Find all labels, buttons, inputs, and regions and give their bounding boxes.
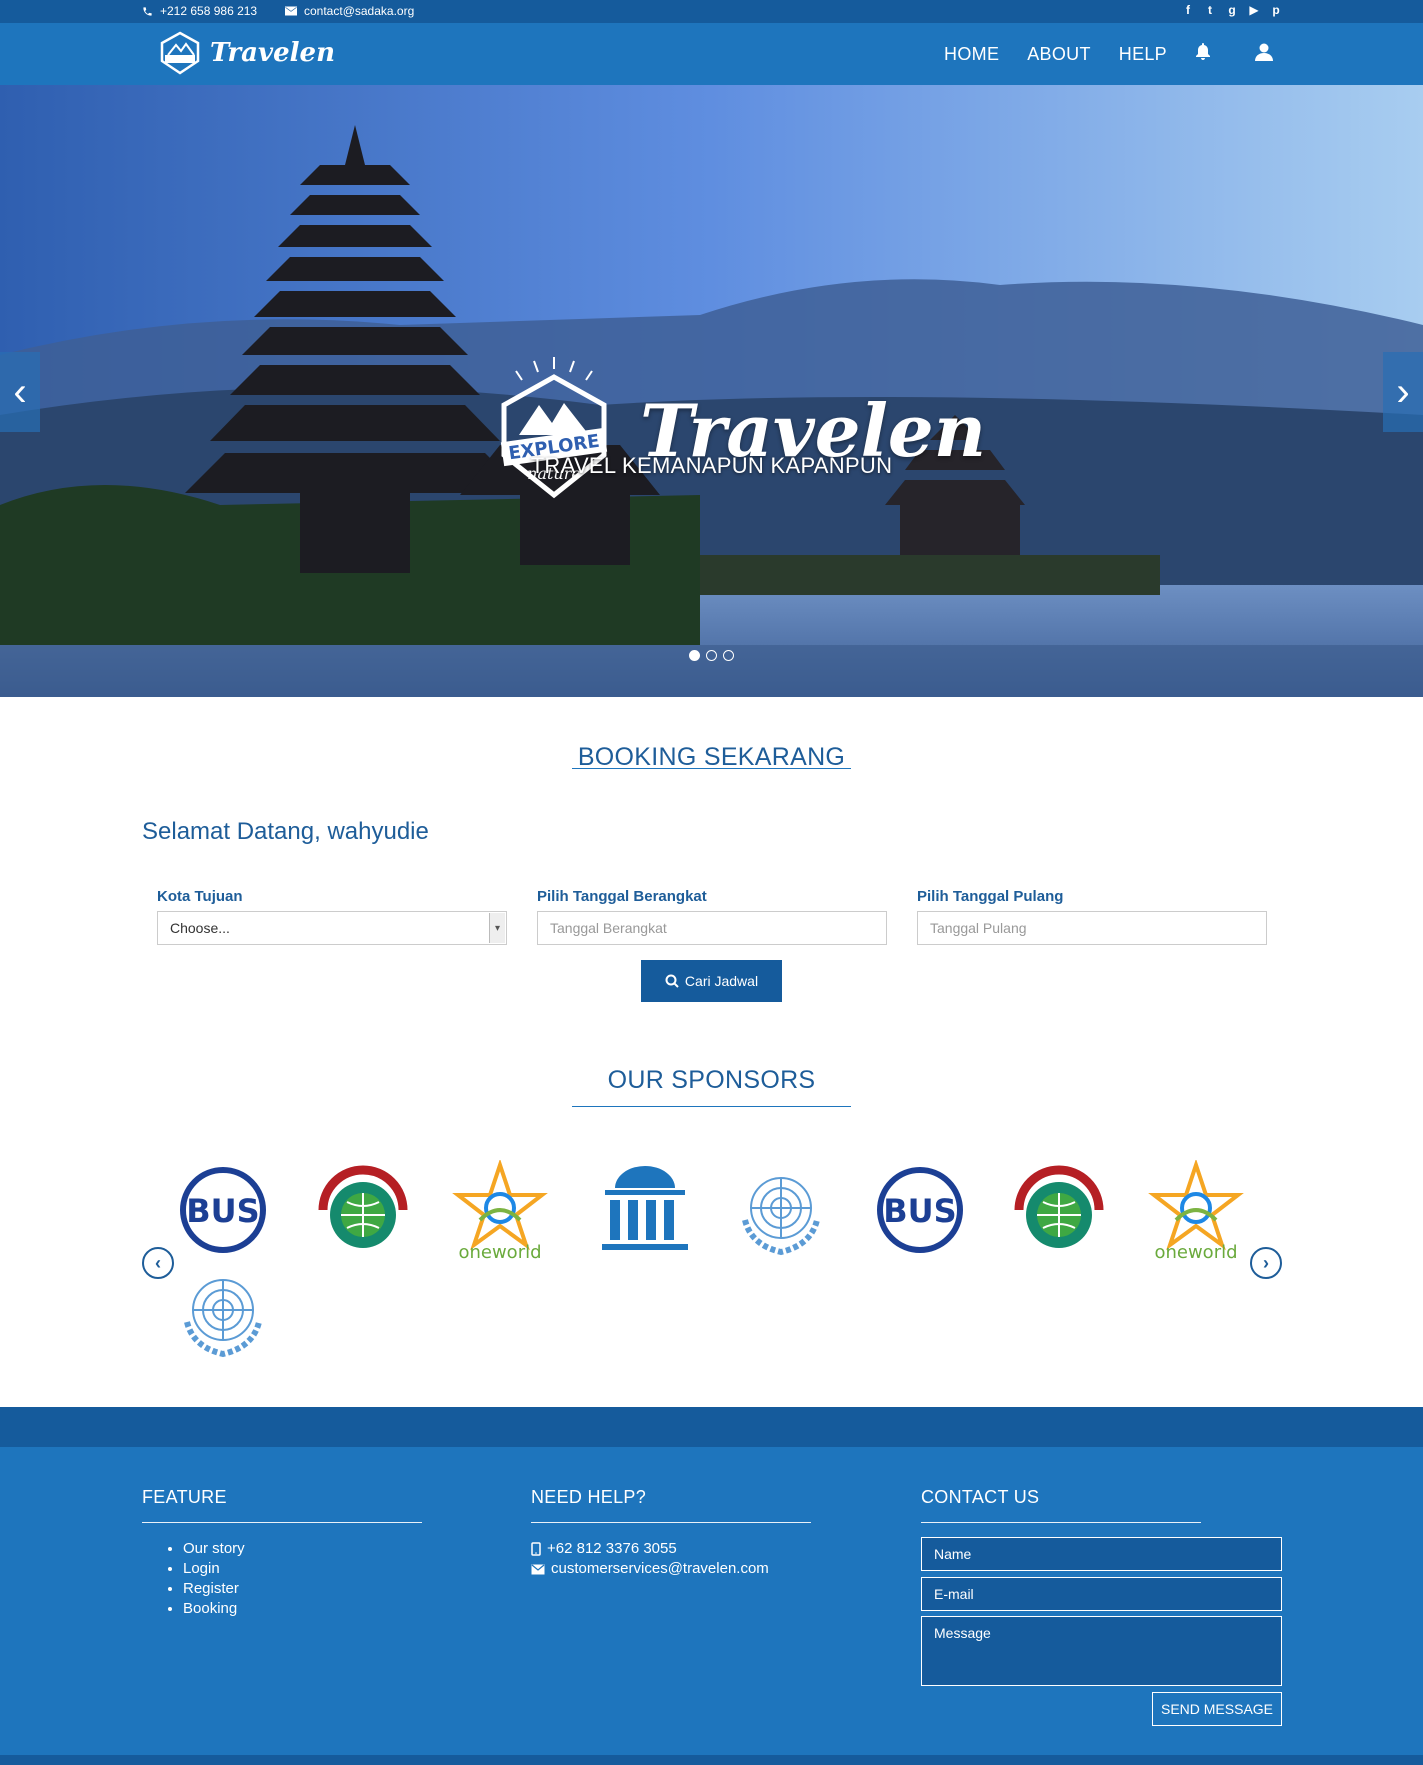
help-email-text: customerservices@travelen.com xyxy=(551,1560,769,1577)
booking-title-underline xyxy=(572,768,851,769)
berangkat-label: Pilih Tanggal Berangkat xyxy=(537,888,707,905)
berangkat-placeholder: Tanggal Berangkat xyxy=(550,920,667,936)
sponsor-parliament-logo[interactable] xyxy=(590,1160,700,1260)
logo-badge-icon xyxy=(160,31,200,75)
logo-text: Travelen xyxy=(210,38,335,68)
bus-text: BUS xyxy=(883,1192,956,1230)
feature-item-our-story[interactable]: Our story xyxy=(183,1539,245,1559)
chevron-down-icon: ▾ xyxy=(489,913,505,943)
cari-jadwal-label: Cari Jadwal xyxy=(684,973,759,989)
pulang-date-input[interactable]: Tanggal Pulang xyxy=(917,911,1267,945)
main-navbar: Travelen HOME ABOUT HELP xyxy=(0,23,1423,85)
search-icon xyxy=(665,974,679,988)
need-help-heading: NEED HELP? xyxy=(531,1487,647,1507)
kota-tujuan-label: Kota Tujuan xyxy=(157,888,243,905)
bell-icon[interactable] xyxy=(1195,43,1211,66)
need-help-heading-line xyxy=(531,1522,811,1523)
oneworld-text: oneworld xyxy=(1154,1242,1237,1260)
bus-text: BUS xyxy=(186,1192,259,1230)
sponsors-next-arrow[interactable]: › xyxy=(1250,1247,1282,1279)
feature-item-register[interactable]: Register xyxy=(183,1579,245,1599)
cari-jadwal-button[interactable]: Cari Jadwal xyxy=(641,960,782,1002)
nav-help[interactable]: HELP xyxy=(1119,44,1167,65)
hero-dot-1[interactable] xyxy=(689,650,700,661)
pulang-label: Pilih Tanggal Pulang xyxy=(917,888,1064,905)
hero-tagline: TRAVEL KEMANAPUN KAPANPUN xyxy=(530,453,893,478)
facebook-icon[interactable]: f xyxy=(1182,3,1194,17)
hero-carousel: EXPLORE nature Travelen TRAVEL KEMANAPUN… xyxy=(0,85,1423,697)
sponsors-title-underline xyxy=(572,1106,851,1107)
phone-icon xyxy=(140,4,154,18)
contact-name-input[interactable]: Name xyxy=(921,1537,1282,1571)
sponsors-title: OUR SPONSORS xyxy=(607,1066,816,1094)
sponsor-wikimedia-logo[interactable] xyxy=(313,1160,413,1260)
sponsor-oneworld-logo[interactable]: oneworld xyxy=(450,1160,550,1260)
footer: FEATURE Our story Login Register Booking… xyxy=(0,1447,1423,1765)
contact-us-heading: CONTACT US xyxy=(921,1487,1040,1507)
hero-pagination xyxy=(689,650,734,661)
nav-menu: HOME ABOUT HELP xyxy=(944,43,1273,66)
sponsor-bus-logo[interactable]: BUS xyxy=(870,1160,970,1260)
twitter-icon[interactable]: t xyxy=(1204,3,1216,17)
hero-dot-2[interactable] xyxy=(706,650,717,661)
mobile-phone-icon xyxy=(531,1542,541,1556)
kota-tujuan-value: Choose... xyxy=(170,920,230,936)
top-bar: +212 658 986 213 contact@sadaka.org f t … xyxy=(0,0,1423,23)
bottom-bar xyxy=(0,1755,1423,1765)
contact-us-heading-line xyxy=(921,1522,1201,1523)
sponsor-bus-logo[interactable]: BUS xyxy=(173,1160,273,1260)
topbar-email-text: contact@sadaka.org xyxy=(304,4,415,18)
oneworld-text: oneworld xyxy=(458,1242,541,1260)
footer-top-band xyxy=(0,1407,1423,1447)
youtube-icon[interactable]: ▶ xyxy=(1248,3,1260,17)
nav-home[interactable]: HOME xyxy=(944,44,999,65)
envelope-icon xyxy=(284,4,298,18)
contact-name-placeholder: Name xyxy=(934,1546,972,1562)
nav-about[interactable]: ABOUT xyxy=(1027,44,1091,65)
help-email[interactable]: customerservices@travelen.com xyxy=(531,1559,769,1579)
contact-message-textarea[interactable]: Message xyxy=(921,1616,1282,1686)
pinterest-icon[interactable]: p xyxy=(1270,3,1282,17)
sponsors-prev-arrow[interactable]: ‹ xyxy=(142,1247,174,1279)
feature-item-login[interactable]: Login xyxy=(183,1559,245,1579)
hero-dot-3[interactable] xyxy=(723,650,734,661)
kota-tujuan-select[interactable]: Choose... ▾ xyxy=(157,911,507,945)
site-logo[interactable]: Travelen xyxy=(156,29,335,77)
help-phone[interactable]: +62 812 3376 3055 xyxy=(531,1539,769,1559)
hero-prev-arrow[interactable]: ‹ xyxy=(0,352,40,432)
feature-heading: FEATURE xyxy=(142,1487,227,1507)
social-links: f t g ▶ p xyxy=(1182,3,1282,17)
hero-next-arrow[interactable]: › xyxy=(1383,352,1423,432)
welcome-text: Selamat Datang, wahyudie xyxy=(142,818,429,845)
berangkat-date-input[interactable]: Tanggal Berangkat xyxy=(537,911,887,945)
sponsor-oneworld-logo[interactable]: oneworld xyxy=(1146,1160,1246,1260)
topbar-phone-text: +212 658 986 213 xyxy=(160,4,258,18)
feature-item-booking[interactable]: Booking xyxy=(183,1599,245,1619)
contact-email-placeholder: E-mail xyxy=(934,1586,974,1602)
topbar-phone[interactable]: +212 658 986 213 xyxy=(140,4,257,18)
sponsor-un-logo[interactable] xyxy=(173,1262,273,1362)
hero-brand: EXPLORE nature Travelen xyxy=(484,355,986,505)
help-contacts: +62 812 3376 3055 customerservices@trave… xyxy=(531,1539,769,1579)
topbar-email[interactable]: contact@sadaka.org xyxy=(284,4,414,18)
pulang-placeholder: Tanggal Pulang xyxy=(930,920,1027,936)
sponsor-un-logo[interactable] xyxy=(731,1160,831,1260)
contact-email-input[interactable]: E-mail xyxy=(921,1577,1282,1611)
feature-list: Our story Login Register Booking xyxy=(167,1539,245,1619)
google-plus-icon[interactable]: g xyxy=(1226,3,1238,17)
envelope-icon xyxy=(531,1564,545,1574)
send-message-button[interactable]: SEND MESSAGE xyxy=(1152,1692,1282,1726)
feature-heading-line xyxy=(142,1522,422,1523)
help-phone-text: +62 812 3376 3055 xyxy=(547,1540,677,1557)
user-icon[interactable] xyxy=(1255,43,1273,66)
sponsor-wikimedia-logo[interactable] xyxy=(1009,1160,1109,1260)
explore-nature-badge-icon: EXPLORE nature xyxy=(500,357,608,499)
contact-message-placeholder: Message xyxy=(934,1625,991,1641)
